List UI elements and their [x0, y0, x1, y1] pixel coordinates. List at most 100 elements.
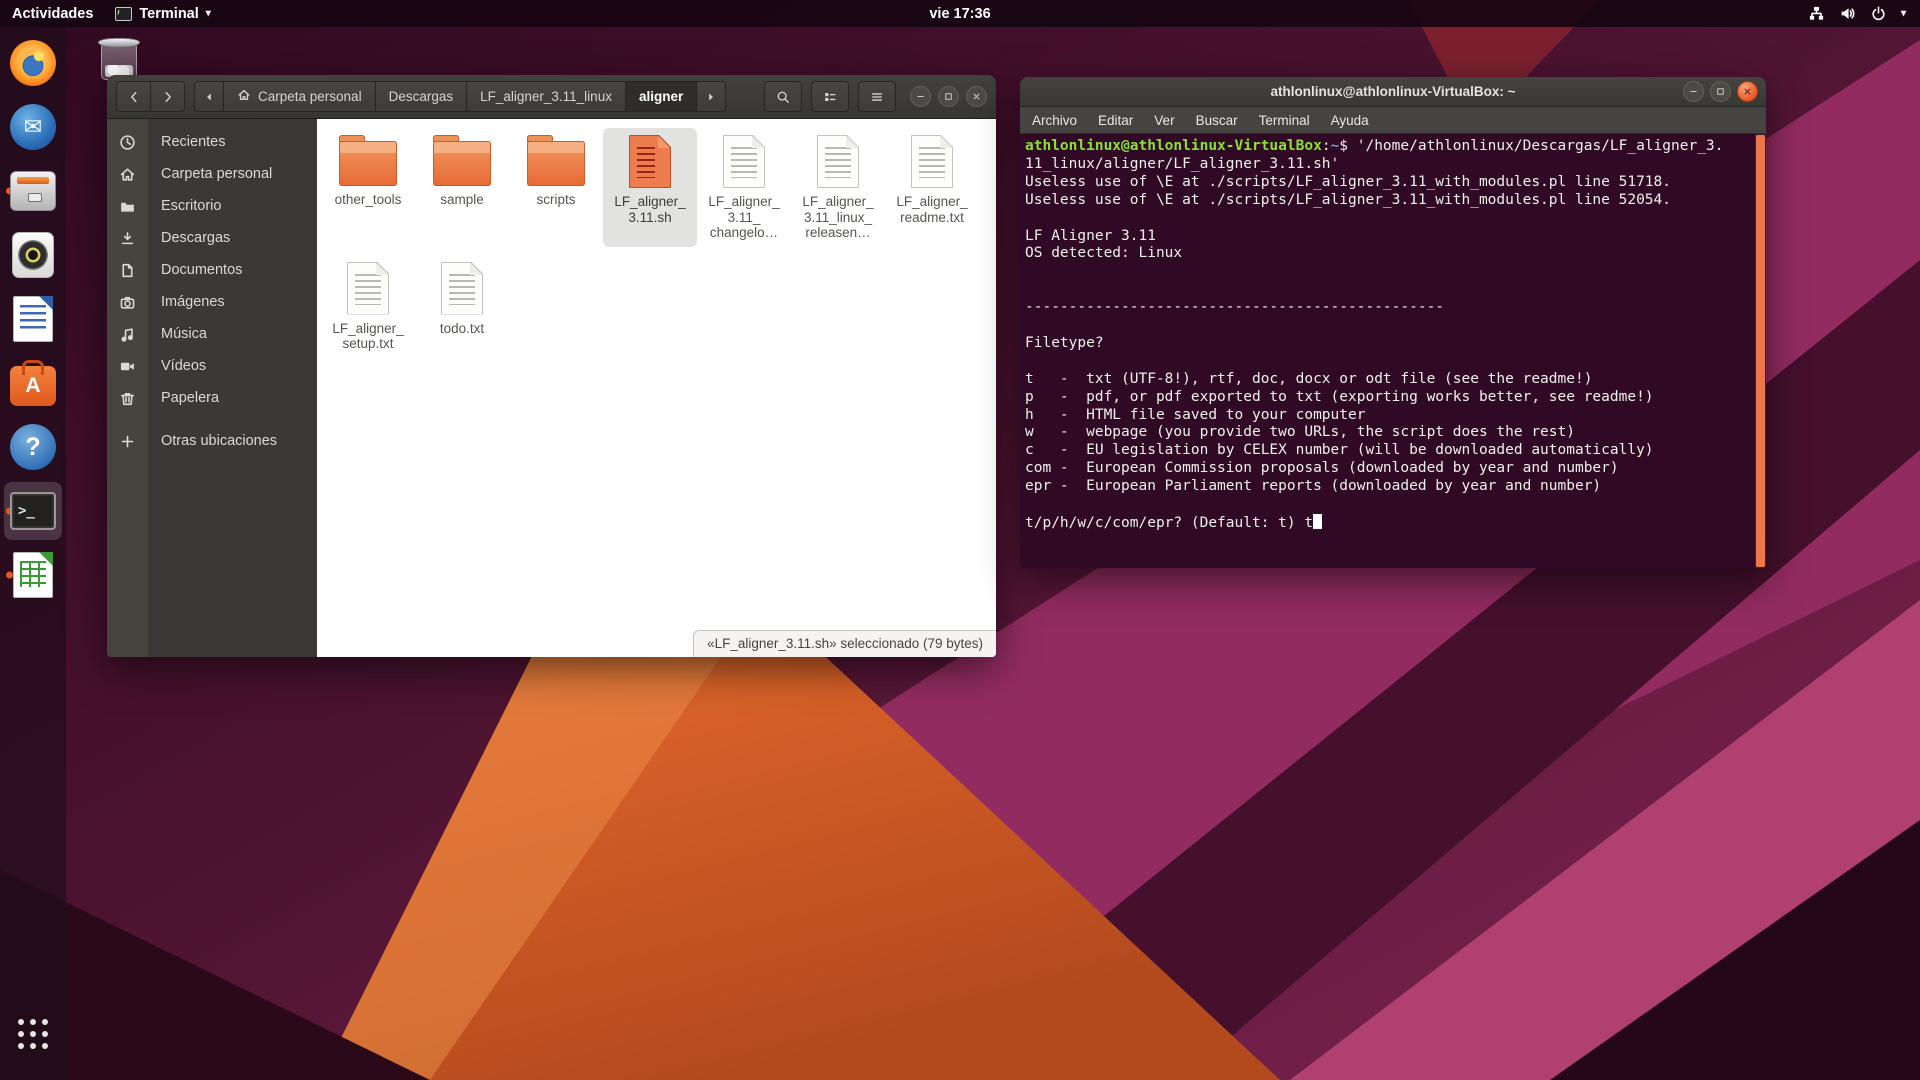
terminal-line	[1025, 496, 1723, 514]
breadcrumb-label: LF_aligner_3.11_linux	[480, 89, 612, 104]
chevron-down-icon: ▾	[1901, 8, 1906, 19]
file-lf-aligner-setup-txt[interactable]: LF_aligner_setup.txt	[321, 255, 415, 358]
terminal-line: t/p/h/w/c/com/epr? (Default: t) t	[1025, 514, 1723, 533]
menu-ayuda[interactable]: Ayuda	[1331, 113, 1369, 128]
show-applications-icon	[18, 1019, 48, 1049]
folder-icon	[107, 198, 148, 215]
maximize-button[interactable]	[938, 86, 959, 107]
path-scroll-left-button[interactable]	[194, 81, 224, 112]
rhythmbox-icon	[12, 232, 54, 278]
close-button[interactable]	[966, 86, 987, 107]
file-name: LF_aligner_readme.txt	[896, 194, 967, 225]
terminal-window-title: athlonlinux@athlonlinux-VirtualBox: ~	[1270, 84, 1515, 99]
terminal-line	[1025, 317, 1723, 335]
breadcrumb-carpeta-personal[interactable]: Carpeta personal	[223, 81, 376, 112]
menu-button[interactable]	[858, 81, 896, 112]
menu-ver[interactable]: Ver	[1154, 113, 1174, 128]
sidebar-item-imagenes[interactable]: Imágenes	[107, 286, 317, 318]
script-file-icon	[629, 135, 671, 188]
dock-item-rhythmbox[interactable]	[4, 226, 62, 284]
file-name: todo.txt	[440, 321, 484, 337]
minimize-button[interactable]	[1683, 81, 1704, 102]
sidebar-item-escritorio[interactable]: Escritorio	[107, 190, 317, 222]
home-icon	[237, 88, 251, 105]
thunderbird-glyph: ✉	[24, 116, 42, 138]
desktop: Actividades Terminal ▾ vie 17:36 ▾ ✉ A? >_	[0, 0, 1920, 1080]
dock-item-calc[interactable]	[4, 546, 62, 604]
files-headerbar: Carpeta personalDescargas LF_aligner_3.11…	[107, 75, 996, 119]
running-indicator-dot	[6, 572, 13, 579]
home-icon	[107, 166, 148, 183]
sidebar-item-label: Otras ubicaciones	[161, 433, 277, 449]
file-todo-txt[interactable]: todo.txt	[415, 255, 509, 358]
clock[interactable]: vie 17:36	[919, 6, 1000, 22]
file-name: scripts	[536, 192, 575, 208]
sidebar-item-recientes[interactable]: Recientes	[107, 126, 317, 158]
dock-item-software[interactable]: A	[4, 354, 62, 412]
dock-item-firefox[interactable]	[4, 34, 62, 92]
terminal-scrollbar[interactable]	[1755, 134, 1766, 568]
files-window: Carpeta personalDescargasLF_aligner_3.11…	[107, 75, 996, 657]
forward-button[interactable]	[150, 81, 185, 112]
maximize-button[interactable]	[1710, 81, 1731, 102]
menu-editar[interactable]: Editar	[1098, 113, 1133, 128]
sidebar-item-otras-ubicaciones[interactable]: Otras ubicaciones	[107, 425, 317, 457]
software-glyph: A	[25, 374, 40, 398]
file-other-tools[interactable]: other_tools	[321, 128, 415, 247]
terminal-line: Filetype?	[1025, 335, 1723, 353]
file-lf-aligner-3-11-linux-releasen[interactable]: LF_aligner_3.11_linux_releasen…	[791, 128, 885, 247]
minimize-button[interactable]	[910, 86, 931, 107]
sidebar-item-documentos[interactable]: Documentos	[107, 254, 317, 286]
file-lf-aligner-readme-txt[interactable]: LF_aligner_readme.txt	[885, 128, 979, 247]
search-button[interactable]	[764, 81, 802, 112]
sidebar-item-descargas[interactable]: Descargas	[107, 222, 317, 254]
sidebar-item-label: Carpeta personal	[161, 166, 272, 182]
dock-item-help[interactable]: ?	[4, 418, 62, 476]
network-icon	[1808, 5, 1825, 22]
sidebar-item-carpeta-personal[interactable]: Carpeta personal	[107, 158, 317, 190]
sidebar-item-label: Vídeos	[161, 358, 206, 374]
terminal-body[interactable]: athlonlinux@athlonlinux-VirtualBox:~$ '/…	[1020, 134, 1766, 568]
breadcrumb-lf-aligner-3-11-linux[interactable]: LF_aligner_3.11_linux	[466, 81, 626, 112]
dock-item-terminal[interactable]: >_	[4, 482, 62, 540]
desktop-trash-icon[interactable]	[96, 36, 142, 80]
show-applications-button[interactable]	[4, 1005, 62, 1063]
terminal-line: Useless use of \E at ./scripts/LF_aligne…	[1025, 192, 1723, 210]
file-name: LF_aligner_3.11.sh	[614, 194, 685, 225]
terminal-line: p - pdf, or pdf exported to txt (exporti…	[1025, 389, 1723, 407]
file-lf-aligner-3-11-changelo[interactable]: LF_aligner_3.11_changelo…	[697, 128, 791, 247]
folder-icon	[339, 141, 397, 186]
sidebar-item-musica[interactable]: Música	[107, 318, 317, 350]
sidebar-item-label: Música	[161, 326, 207, 342]
activities-button[interactable]: Actividades	[12, 6, 93, 22]
file-name: sample	[440, 192, 484, 208]
sidebar-item-label: Imágenes	[161, 294, 225, 310]
sidebar-item-papelera[interactable]: Papelera	[107, 382, 317, 414]
terminal-titlebar[interactable]: athlonlinux@athlonlinux-VirtualBox: ~	[1020, 77, 1766, 107]
firefox-icon	[10, 40, 56, 86]
menu-archivo[interactable]: Archivo	[1032, 113, 1077, 128]
view-toggle-button[interactable]	[811, 81, 849, 112]
breadcrumb-descargas[interactable]: Descargas	[375, 81, 468, 112]
volume-icon	[1839, 5, 1856, 22]
file-sample[interactable]: sample	[415, 128, 509, 247]
close-button[interactable]	[1737, 81, 1758, 102]
scrollbar-thumb[interactable]	[1756, 135, 1765, 567]
text-file-icon	[911, 135, 953, 188]
sidebar-item-label: Documentos	[161, 262, 242, 278]
menu-terminal[interactable]: Terminal	[1259, 113, 1310, 128]
files-content-area[interactable]: other_toolssample scripts LF_aligner_3.11.…	[317, 119, 996, 657]
back-button[interactable]	[116, 81, 151, 112]
sidebar-item-videos[interactable]: Vídeos	[107, 350, 317, 382]
file-lf-aligner-3-11-sh[interactable]: LF_aligner_3.11.sh	[603, 128, 697, 247]
dock-item-writer[interactable]	[4, 290, 62, 348]
dock-item-files[interactable]	[4, 162, 62, 220]
path-scroll-right-button[interactable]	[696, 81, 726, 112]
file-scripts[interactable]: scripts	[509, 128, 603, 247]
menu-buscar[interactable]: Buscar	[1196, 113, 1238, 128]
app-menu[interactable]: Terminal ▾	[115, 6, 210, 22]
breadcrumb-aligner[interactable]: aligner	[625, 81, 697, 112]
path-bar: Carpeta personalDescargas LF_aligner_3.11…	[195, 81, 726, 112]
system-status-area[interactable]: ▾	[1808, 5, 1920, 22]
dock-item-thunderbird[interactable]: ✉	[4, 98, 62, 156]
